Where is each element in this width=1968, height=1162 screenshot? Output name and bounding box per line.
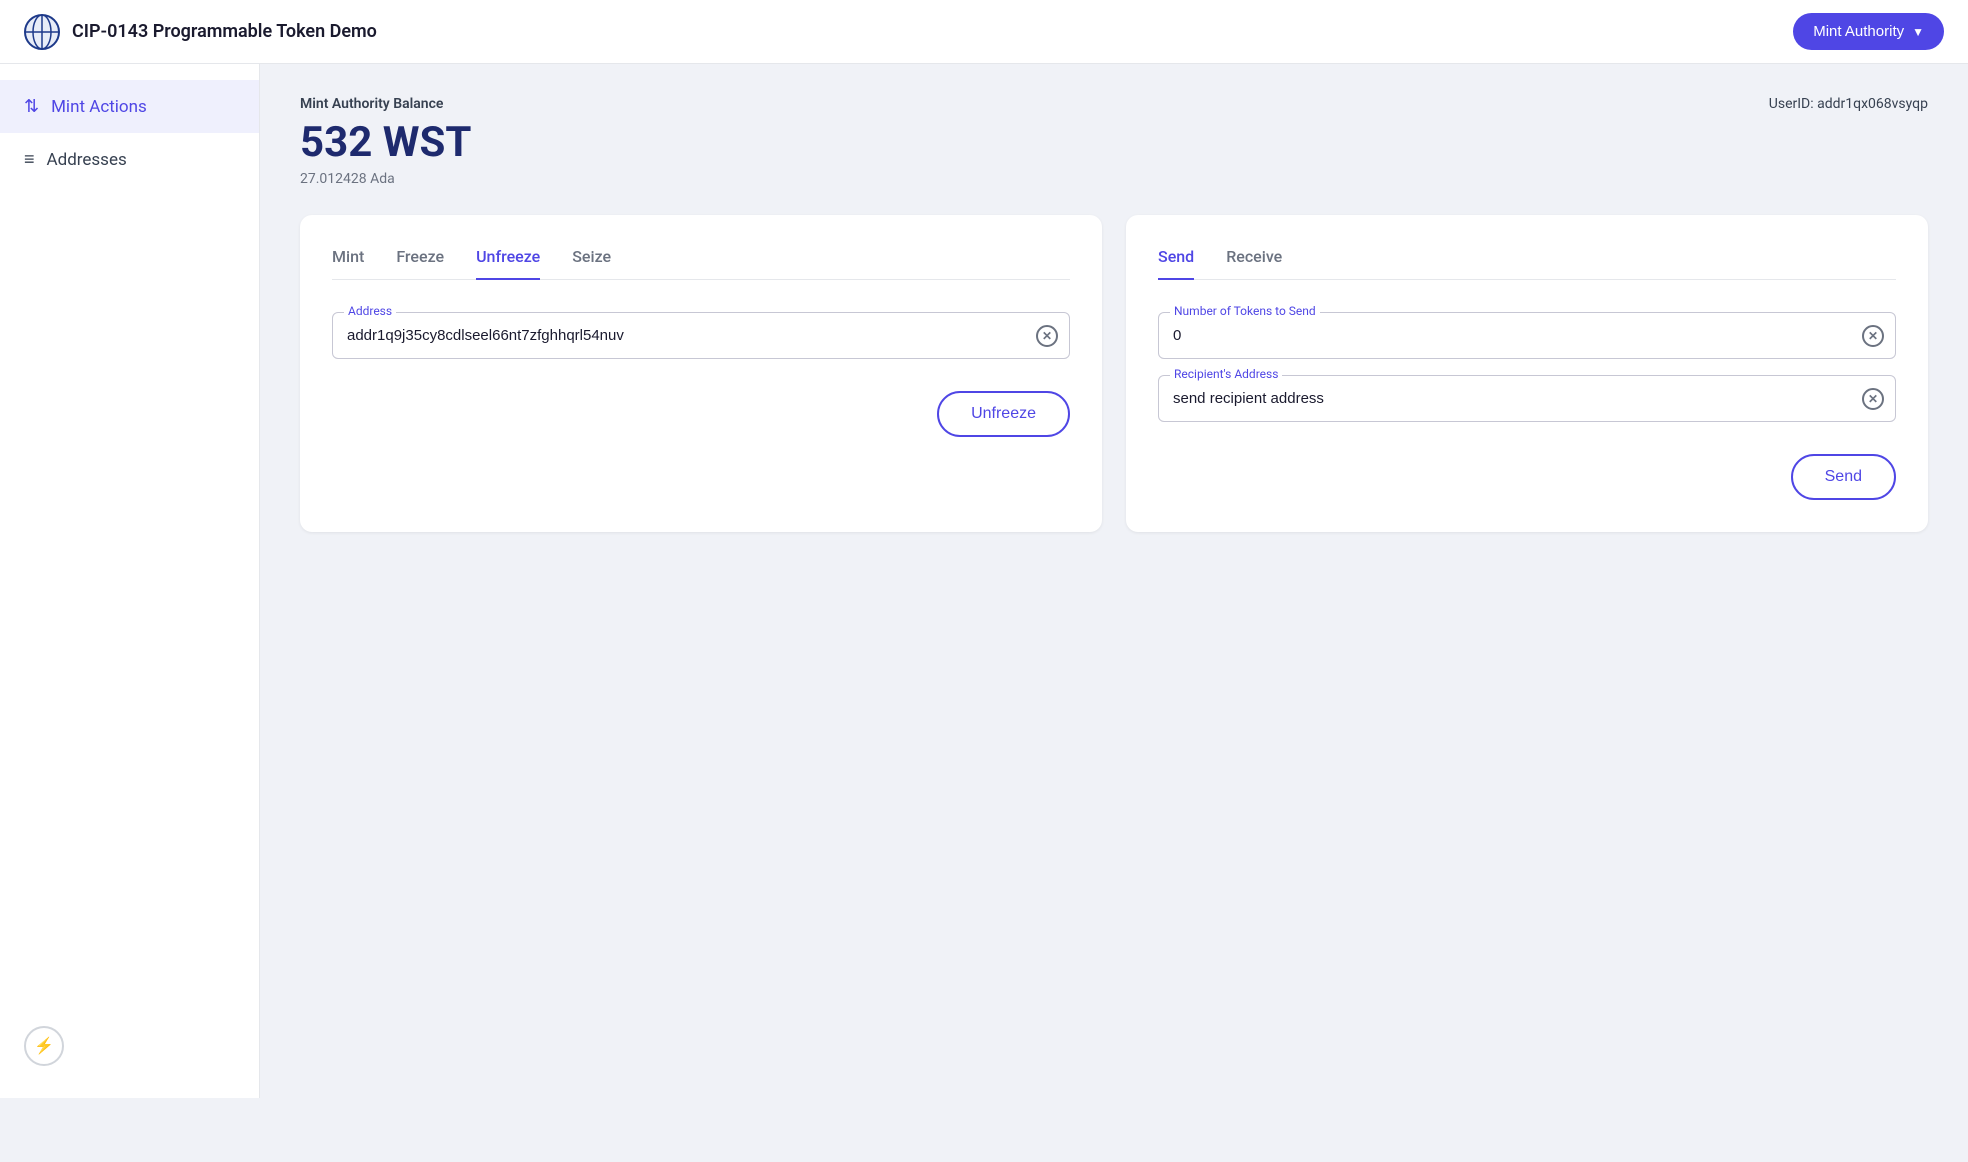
app-header: CIP-0143 Programmable Token Demo Mint Au…: [0, 0, 1968, 64]
transfer-icon: ⇅: [24, 96, 39, 117]
sidebar-mint-actions-label: Mint Actions: [51, 97, 147, 117]
balance-section: Mint Authority Balance 532 WST 27.012428…: [300, 96, 1928, 187]
send-button[interactable]: Send: [1791, 454, 1896, 500]
sidebar-addresses-label: Addresses: [47, 150, 127, 170]
tokens-clear-button[interactable]: ✕: [1862, 325, 1884, 347]
balance-label: Mint Authority Balance: [300, 96, 471, 112]
sidebar-item-addresses[interactable]: ≡ Addresses: [0, 133, 259, 186]
left-card: Mint Freeze Unfreeze Seize Address ✕ Unf…: [300, 215, 1102, 532]
balance-amount: 532 WST: [300, 118, 471, 167]
app-layout: ⇅ Mint Actions ≡ Addresses ⚡ Mint Author…: [0, 64, 1968, 1098]
mint-authority-button[interactable]: Mint Authority ▼: [1793, 13, 1944, 50]
app-logo-icon: [24, 14, 60, 50]
tokens-field-wrapper: Number of Tokens to Send ✕: [1158, 312, 1896, 359]
sidebar-item-mint-actions[interactable]: ⇅ Mint Actions: [0, 80, 259, 133]
address-clear-button[interactable]: ✕: [1036, 325, 1058, 347]
address-label: Address: [344, 304, 396, 318]
recipient-field-wrapper: Recipient's Address ✕: [1158, 375, 1896, 422]
balance-row: Mint Authority Balance 532 WST 27.012428…: [300, 96, 1928, 187]
recipient-input[interactable]: [1158, 375, 1896, 422]
right-card-tabs: Send Receive: [1158, 247, 1896, 280]
recipient-label: Recipient's Address: [1170, 367, 1282, 381]
recipient-clear-button[interactable]: ✕: [1862, 388, 1884, 410]
sidebar-bottom: ⚡: [0, 1010, 259, 1082]
header-left: CIP-0143 Programmable Token Demo: [24, 14, 377, 50]
unfreeze-button[interactable]: Unfreeze: [937, 391, 1070, 437]
app-title: CIP-0143 Programmable Token Demo: [72, 21, 377, 42]
address-field-wrapper: Address ✕: [332, 312, 1070, 359]
balance-ada: 27.012428 Ada: [300, 171, 471, 187]
tab-receive[interactable]: Receive: [1226, 247, 1282, 280]
balance-left: Mint Authority Balance 532 WST 27.012428…: [300, 96, 471, 187]
mint-authority-label: Mint Authority: [1813, 23, 1904, 40]
tokens-input[interactable]: [1158, 312, 1896, 359]
chevron-down-icon: ▼: [1912, 25, 1924, 39]
power-icon: ⚡: [34, 1036, 54, 1056]
tab-send[interactable]: Send: [1158, 247, 1194, 280]
tab-mint[interactable]: Mint: [332, 247, 364, 280]
main-content: Mint Authority Balance 532 WST 27.012428…: [260, 64, 1968, 1098]
tokens-label: Number of Tokens to Send: [1170, 304, 1320, 318]
right-card: Send Receive Number of Tokens to Send ✕ …: [1126, 215, 1928, 532]
list-icon: ≡: [24, 149, 35, 170]
left-card-tabs: Mint Freeze Unfreeze Seize: [332, 247, 1070, 280]
balance-right: UserID: addr1qx068vsyqp: [1769, 96, 1928, 116]
header-right: Mint Authority ▼: [1793, 13, 1944, 50]
tab-freeze[interactable]: Freeze: [396, 247, 444, 280]
tab-unfreeze[interactable]: Unfreeze: [476, 247, 540, 280]
address-input[interactable]: [332, 312, 1070, 359]
sidebar: ⇅ Mint Actions ≡ Addresses ⚡: [0, 64, 260, 1098]
cards-row: Mint Freeze Unfreeze Seize Address ✕ Unf…: [300, 215, 1928, 532]
tab-seize[interactable]: Seize: [572, 247, 611, 280]
power-button[interactable]: ⚡: [24, 1026, 64, 1066]
user-id: UserID: addr1qx068vsyqp: [1769, 96, 1928, 112]
